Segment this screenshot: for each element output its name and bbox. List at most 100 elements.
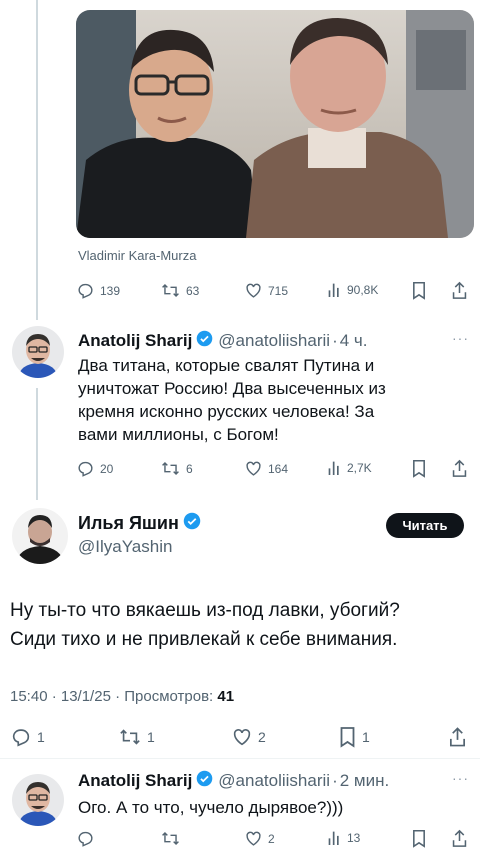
last-reply-text: Ого. А то что, чучело дырявое?))) [78, 798, 344, 817]
tweet-time[interactable]: 4 ч. [340, 331, 368, 351]
views-icon [328, 283, 339, 297]
like-icon [233, 729, 251, 746]
bookmark-button[interactable] [411, 459, 427, 478]
author-name[interactable]: Anatolij Sharij [78, 331, 192, 351]
reply-text-line: кремня исконно русских человека! За [78, 402, 375, 421]
like-count: 715 [268, 283, 289, 298]
last-reply-actions: 2 13 [0, 826, 480, 850]
separator-dot: · [332, 771, 338, 790]
like-count: 2 [258, 729, 266, 745]
like-button[interactable]: 164 [244, 459, 288, 478]
more-icon[interactable]: ··· [452, 770, 469, 786]
avatar-sharij[interactable] [12, 326, 64, 378]
divider [0, 758, 480, 759]
bookmark-count: 1 [362, 729, 370, 745]
like-button[interactable]: 715 [244, 281, 288, 300]
avatar-sharij[interactable] [12, 774, 64, 826]
reply-count: 1 [37, 729, 45, 745]
like-button[interactable]: 2 [244, 829, 275, 848]
more-icon[interactable]: ··· [452, 330, 469, 346]
like-icon [246, 283, 261, 298]
views-icon [328, 461, 339, 475]
author-handle[interactable]: @anatoliisharii [218, 771, 330, 791]
share-button[interactable] [448, 726, 467, 748]
author-name[interactable]: Илья Яшин [78, 513, 179, 534]
share-icon [452, 281, 467, 299]
repost-count: 6 [186, 461, 193, 476]
share-icon [452, 459, 467, 477]
reply-count: 20 [100, 461, 114, 476]
repost-button[interactable]: 1 [118, 726, 155, 748]
reply-icon [12, 729, 30, 747]
tweet-meta: 15:40 · 13/1/25 · Просмотров: 41 [10, 688, 234, 705]
tweet-photo[interactable] [76, 10, 474, 238]
bookmark-icon [413, 829, 425, 848]
photo-caption: Vladimir Kara-Murza [78, 248, 197, 263]
main-tweet-text: Ну ты-то что вякаешь из-под лавки, убоги… [10, 596, 475, 654]
share-icon [449, 727, 466, 747]
follow-button[interactable]: Читать [386, 513, 464, 538]
bookmark-icon [340, 727, 355, 748]
like-icon [246, 831, 261, 846]
last-reply-header: Anatolij Sharij @anatoliisharii · 2 мин. [78, 770, 389, 792]
reply-text: Два титана, которые свалят Путина и унич… [78, 354, 386, 446]
like-count: 164 [268, 461, 289, 476]
quoted-actions: 139 63 715 90,8K [0, 278, 480, 302]
main-author: Илья Яшин [78, 512, 201, 535]
views-icon [328, 831, 339, 845]
reply-button[interactable]: 1 [10, 726, 45, 748]
like-count: 2 [268, 831, 275, 846]
reply-button[interactable]: 139 [76, 281, 120, 300]
share-button[interactable] [451, 459, 468, 478]
like-button[interactable]: 2 [231, 726, 266, 748]
like-icon [246, 461, 261, 476]
repost-count: 63 [186, 283, 200, 298]
reply-text-line: Два титана, которые свалят Путина и [78, 356, 375, 375]
reply-actions: 20 6 164 2,7K [0, 456, 480, 480]
thread-line-top [36, 0, 38, 320]
reply-icon [78, 831, 93, 847]
bookmark-button[interactable]: 1 [338, 726, 370, 748]
reply-header: Anatolij Sharij @anatoliisharii · 4 ч. [78, 330, 368, 352]
reply-icon [78, 283, 93, 299]
avatar-yashin[interactable] [12, 508, 68, 564]
main-text-line: Сиди тихо и не привлекай к себе внимания… [10, 629, 398, 650]
views-button[interactable]: 2,7K [327, 459, 372, 476]
thread-line-middle [36, 388, 38, 500]
main-actions: 1 1 2 1 [0, 722, 480, 752]
author-name[interactable]: Anatolij Sharij [78, 771, 192, 791]
reply-text-line: уничтожат Россию! Два высеченных из [78, 379, 386, 398]
views-total: 41 [217, 688, 235, 705]
repost-icon [162, 283, 179, 298]
repost-button[interactable]: 6 [160, 459, 193, 478]
bookmark-button[interactable] [411, 829, 427, 848]
bookmark-button[interactable] [411, 281, 427, 300]
views-count: 2,7K [347, 460, 372, 475]
tweet-timestamp[interactable]: 15:40 · 13/1/25 · Просмотров: [10, 688, 217, 705]
views-button[interactable]: 13 [327, 829, 360, 846]
share-icon [452, 829, 467, 847]
reply-icon [78, 461, 93, 477]
bookmark-icon [413, 459, 425, 478]
reply-count: 139 [100, 283, 121, 298]
views-button[interactable]: 90,8K [327, 281, 378, 298]
views-count: 13 [347, 830, 361, 845]
main-text-line: Ну ты-то что вякаешь из-под лавки, убоги… [10, 600, 400, 621]
share-button[interactable] [451, 281, 468, 300]
separator-dot: · [332, 331, 338, 350]
views-count: 90,8K [347, 282, 379, 297]
tweet-time[interactable]: 2 мин. [340, 771, 389, 791]
repost-button[interactable] [160, 829, 181, 848]
verified-icon [196, 770, 213, 792]
reply-button[interactable]: 20 [76, 459, 113, 478]
verified-icon [196, 330, 213, 352]
reply-text-line: вами миллионы, с Богом! [78, 425, 279, 444]
repost-button[interactable]: 63 [160, 281, 199, 300]
repost-icon [120, 729, 140, 745]
share-button[interactable] [451, 829, 468, 848]
repost-count: 1 [147, 729, 155, 745]
reply-button[interactable] [76, 829, 95, 848]
author-handle[interactable]: @IlyaYashin [78, 537, 172, 557]
verified-icon [183, 512, 201, 535]
author-handle[interactable]: @anatoliisharii [218, 331, 330, 351]
